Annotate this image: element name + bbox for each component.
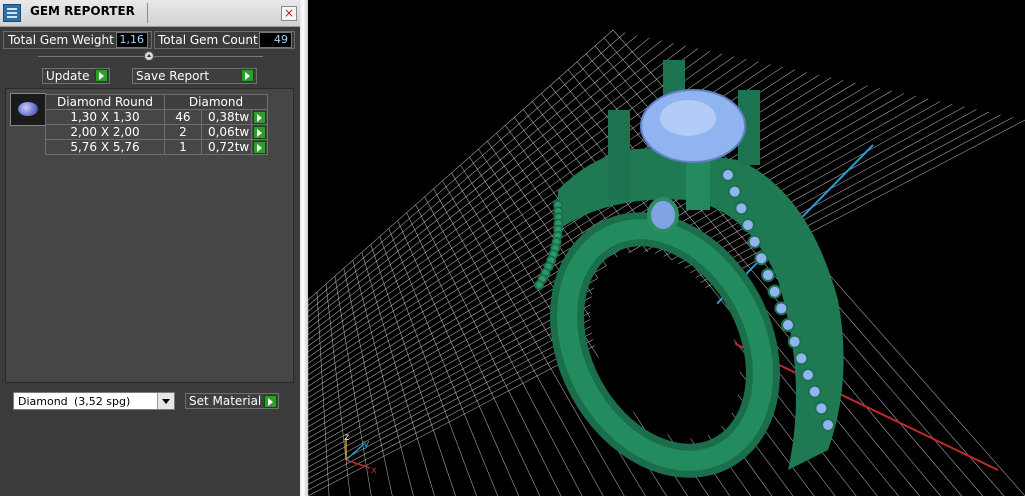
gem-table: Diamond Round Diamond 1,30 X 1,30 46 0,3…: [45, 94, 268, 155]
save-report-play-arrow-icon[interactable]: [241, 69, 254, 82]
row-size: 1,30 X 1,30: [45, 109, 165, 125]
material-select[interactable]: Diamond (3,52 spg): [13, 392, 175, 410]
row-size: 5,76 X 5,76: [45, 139, 165, 155]
pave-stone: [807, 384, 822, 399]
pave-stone: [741, 218, 755, 232]
grid-line: [370, 244, 456, 496]
pave-stone: [761, 268, 775, 282]
side-gem: [647, 197, 679, 233]
row-count: 1: [164, 139, 202, 155]
row-play-arrow-icon[interactable]: [253, 140, 267, 154]
grid-line: [361, 252, 435, 496]
collapse-handle-icon[interactable]: [144, 51, 154, 61]
viewport-canvas[interactable]: z y x: [308, 0, 1025, 496]
grid-line: [316, 292, 330, 496]
pave-stone: [774, 301, 789, 316]
total-count-label: Total Gem Count: [158, 33, 258, 47]
triad-z-label: z: [344, 432, 349, 443]
triad-y-line: [345, 443, 365, 461]
panel-splitter[interactable]: [300, 0, 308, 496]
update-button-label: Update: [46, 69, 90, 83]
set-material-play-arrow-icon[interactable]: [264, 395, 277, 408]
triad-x-label: x: [371, 465, 377, 476]
total-count-value: 49: [259, 32, 292, 48]
save-report-button[interactable]: Save Report: [132, 68, 257, 84]
row-play-cell: [251, 109, 268, 125]
pave-stone: [787, 334, 802, 349]
pave-stone: [721, 168, 735, 182]
gem-thumbnail-icon[interactable]: [10, 93, 46, 126]
pave-stone: [534, 280, 545, 290]
update-play-arrow-icon[interactable]: [95, 69, 108, 82]
window-title: GEM REPORTER: [30, 4, 135, 18]
pave-stone: [801, 368, 815, 382]
pave-stone: [781, 318, 795, 332]
pave-stone: [734, 201, 749, 216]
grid-line: [388, 228, 499, 496]
triad-y-label: y: [363, 437, 370, 450]
prong-left: [608, 110, 630, 200]
table-header-row: Diamond Round Diamond: [45, 94, 268, 110]
material-select-gravity: (3,52 spg): [74, 395, 131, 408]
save-report-button-label: Save Report: [136, 69, 210, 83]
3d-viewport[interactable]: z y x: [308, 0, 1025, 496]
row-count: 2: [164, 124, 202, 140]
row-play-cell: [251, 124, 268, 140]
table-row[interactable]: 2,00 X 2,00 2 0,06tw: [45, 124, 268, 140]
close-icon[interactable]: ×: [281, 6, 297, 21]
row-weight: 0,06tw: [200, 124, 253, 140]
material-select-name: Diamond: [18, 395, 68, 408]
set-material-button-label: Set Material: [189, 394, 262, 408]
grid-line: [379, 236, 477, 496]
pave-stone: [754, 251, 769, 266]
title-bar[interactable]: GEM REPORTER ×: [0, 0, 300, 27]
row-play-cell: [251, 139, 268, 155]
center-gem-facet: [660, 100, 716, 136]
title-separator: [147, 3, 148, 23]
row-count: 46: [164, 109, 202, 125]
row-play-arrow-icon[interactable]: [253, 110, 267, 124]
pave-stone: [794, 351, 809, 366]
chevron-down-icon[interactable]: [157, 393, 174, 409]
row-size: 2,00 X 2,00: [45, 124, 165, 140]
row-play-arrow-icon[interactable]: [253, 125, 267, 139]
grid-line: [406, 212, 541, 496]
pave-stone: [767, 284, 782, 299]
row-weight: 0,38tw: [200, 109, 253, 125]
pave-stone: [814, 401, 829, 416]
ring-model[interactable]: [528, 60, 844, 495]
pave-stone: [747, 234, 762, 249]
gem-reporter-panel: GEM REPORTER × Total Gem Weight 1,16 Tot…: [0, 0, 300, 496]
total-weight-value: 1,16: [116, 32, 148, 48]
row-weight: 0,72tw: [200, 139, 253, 155]
grid-line: [352, 260, 414, 496]
pave-stone: [727, 184, 742, 199]
header-gem-type: Diamond: [164, 94, 268, 110]
triad-x-line: [345, 459, 371, 469]
table-row[interactable]: 5,76 X 5,76 1 0,72tw: [45, 139, 268, 155]
header-gem-size: Diamond Round: [45, 94, 165, 110]
total-weight-label: Total Gem Weight: [8, 33, 114, 47]
gem-reporter-icon: [3, 4, 21, 22]
pave-stone: [821, 418, 835, 432]
table-row[interactable]: 1,30 X 1,30 46 0,38tw: [45, 109, 268, 125]
